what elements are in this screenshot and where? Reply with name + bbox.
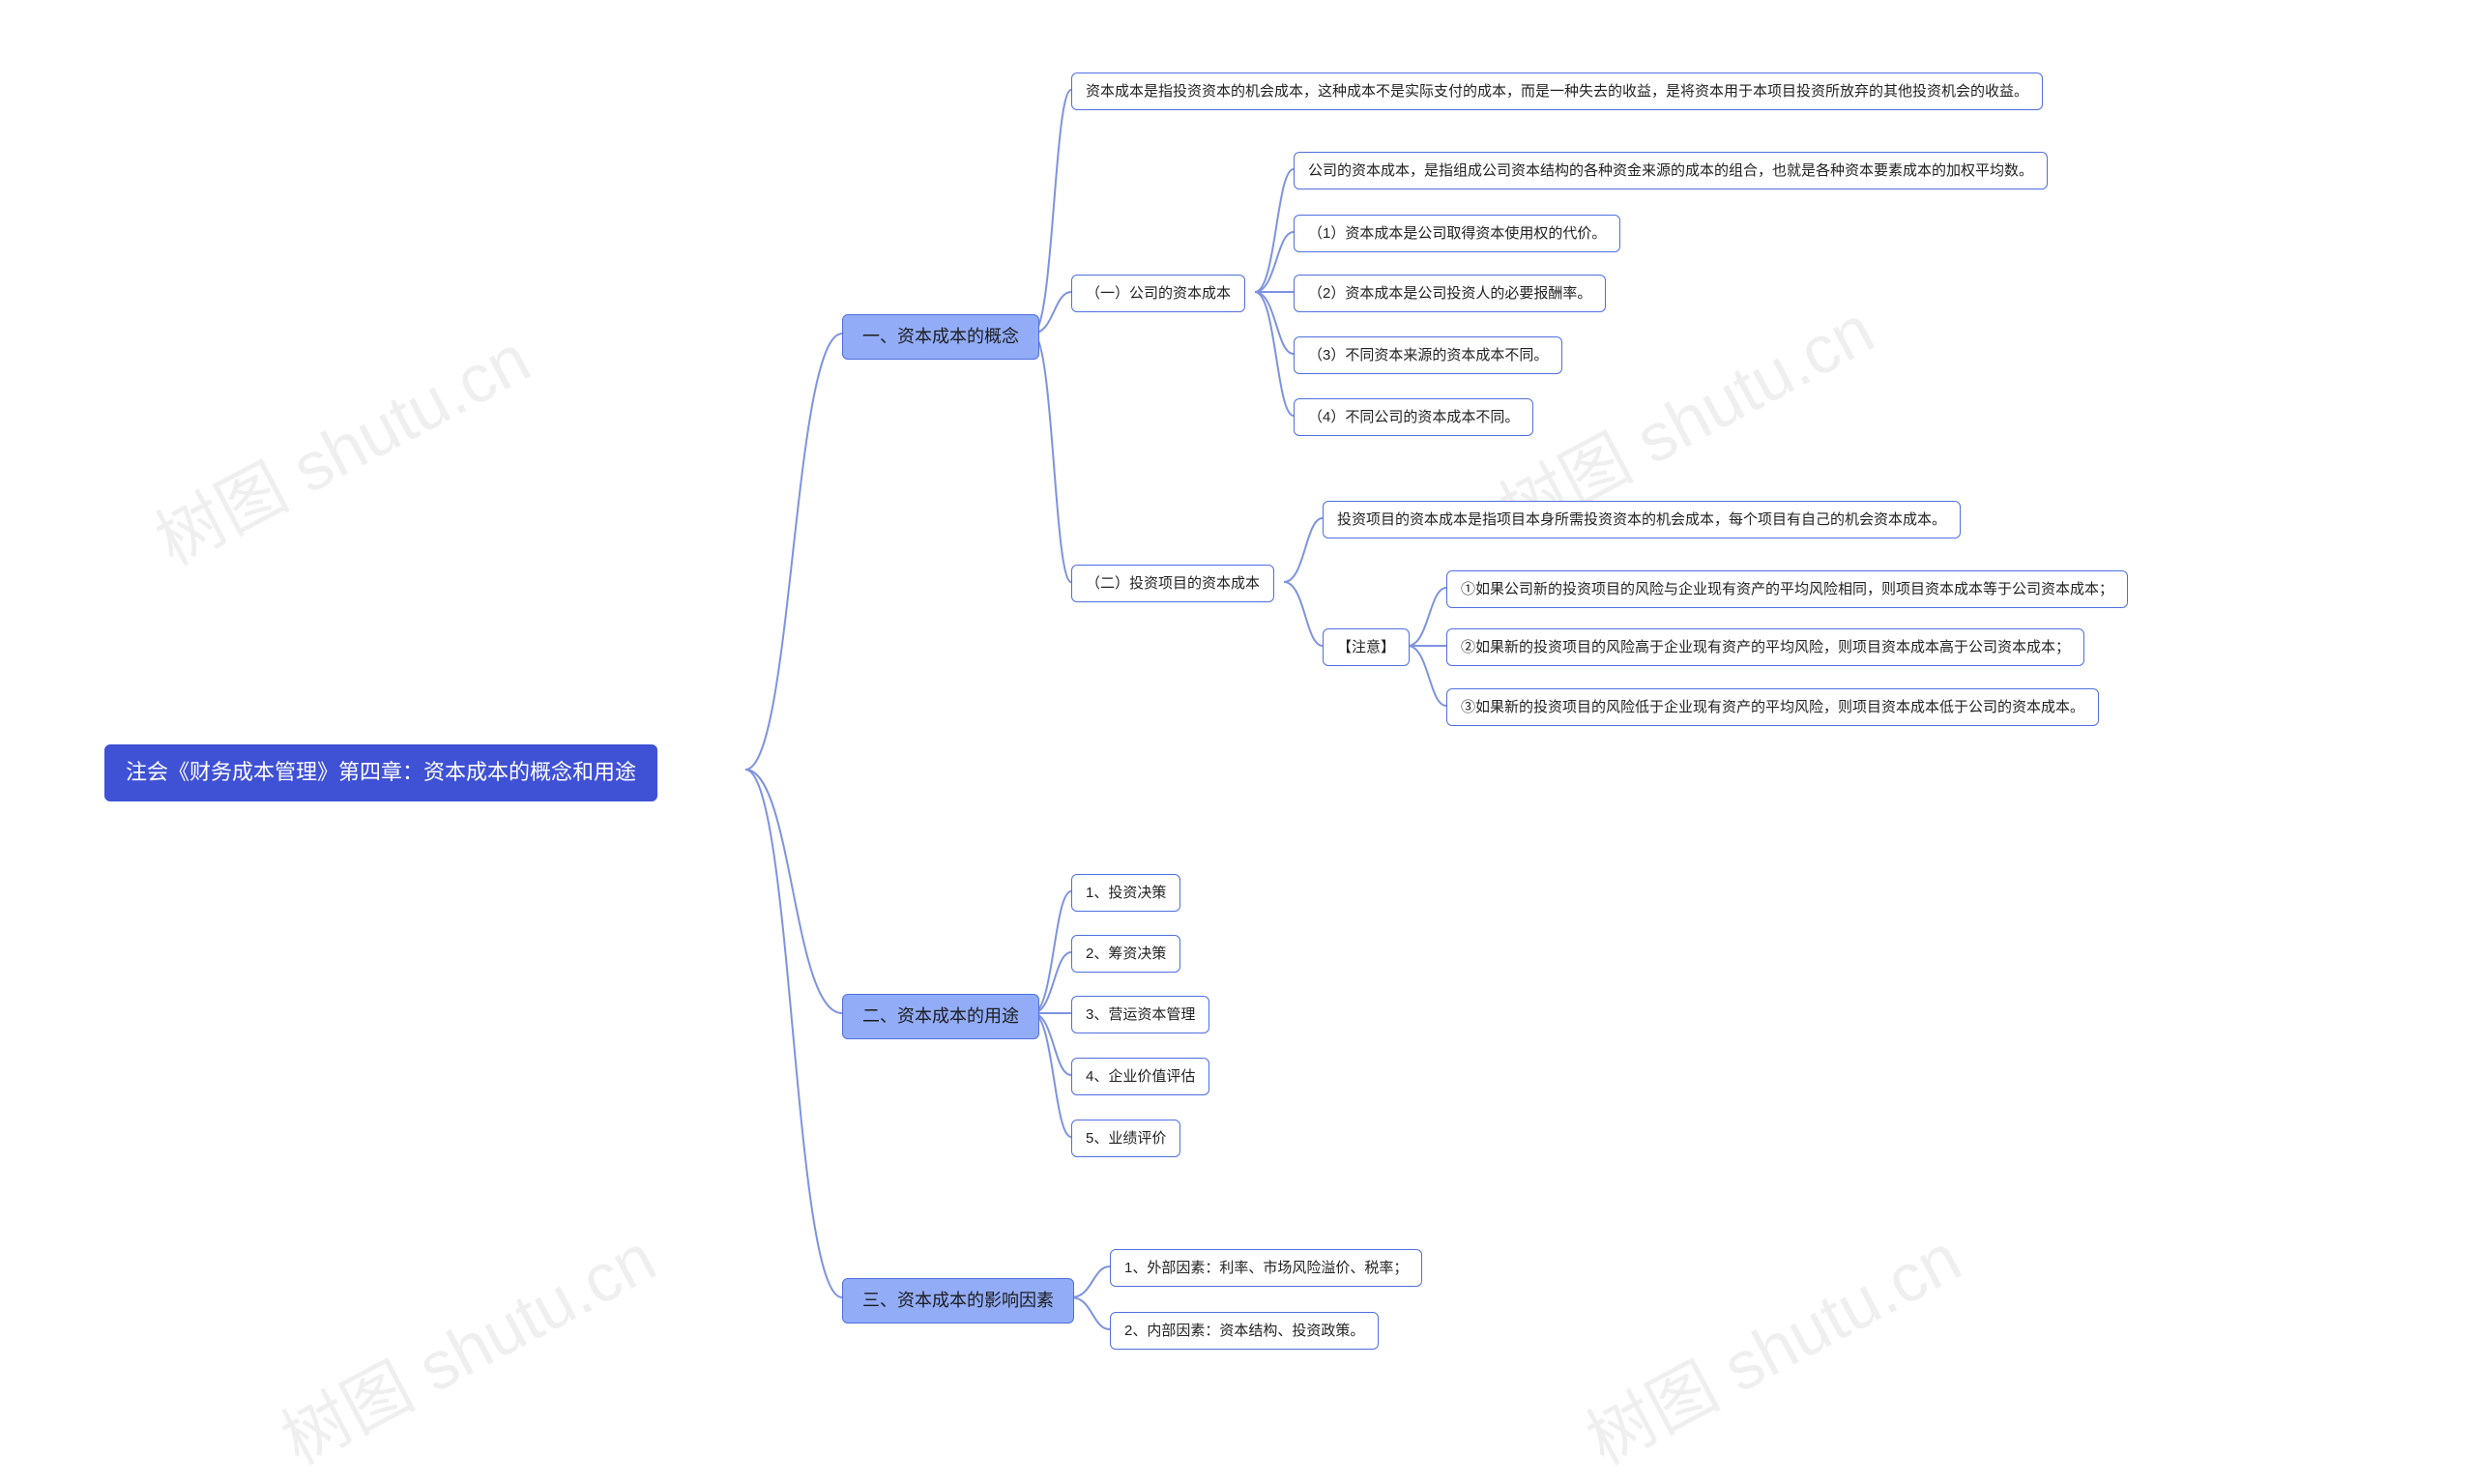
node-factors-b[interactable]: 2、内部因素：资本结构、投资政策。 xyxy=(1110,1312,1379,1350)
node-project-cost-def[interactable]: 投资项目的资本成本是指项目本身所需投资资本的机会成本，每个项目有自己的机会资本成… xyxy=(1323,501,1961,538)
node-note[interactable]: 【注意】 xyxy=(1323,628,1410,666)
node-company-cost[interactable]: （一）公司的资本成本 xyxy=(1071,275,1245,312)
node-usage-a[interactable]: 1、投资决策 xyxy=(1071,874,1180,912)
node-note-b[interactable]: ②如果新的投资项目的风险高于企业现有资产的平均风险，则项目资本成本高于公司资本成… xyxy=(1446,628,2084,666)
node-usage-b[interactable]: 2、筹资决策 xyxy=(1071,935,1180,973)
watermark: 树图 shutu.cn xyxy=(262,1205,670,1483)
node-company-cost-e[interactable]: （4）不同公司的资本成本不同。 xyxy=(1294,398,1533,436)
watermark: 树图 shutu.cn xyxy=(136,306,544,584)
node-factors-a[interactable]: 1、外部因素：利率、市场风险溢价、税率； xyxy=(1110,1249,1422,1287)
mindmap-root[interactable]: 注会《财务成本管理》第四章：资本成本的概念和用途 xyxy=(104,744,657,801)
node-usage-e[interactable]: 5、业绩评价 xyxy=(1071,1120,1180,1157)
node-note-a[interactable]: ①如果公司新的投资项目的风险与企业现有资产的平均风险相同，则项目资本成本等于公司… xyxy=(1446,570,2128,608)
node-company-cost-d[interactable]: （3）不同资本来源的资本成本不同。 xyxy=(1294,336,1562,374)
node-note-c[interactable]: ③如果新的投资项目的风险低于企业现有资产的平均风险，则项目资本成本低于公司的资本… xyxy=(1446,688,2099,726)
node-company-cost-a[interactable]: 公司的资本成本，是指组成公司资本结构的各种资金来源的成本的组合，也就是各种资本要… xyxy=(1294,152,2048,189)
node-usage-d[interactable]: 4、企业价值评估 xyxy=(1071,1058,1209,1095)
node-company-cost-c[interactable]: （2）资本成本是公司投资人的必要报酬率。 xyxy=(1294,275,1606,312)
watermark: 树图 shutu.cn xyxy=(1567,1205,1975,1483)
node-concept[interactable]: 一、资本成本的概念 xyxy=(842,314,1039,360)
node-usage-c[interactable]: 3、营运资本管理 xyxy=(1071,996,1209,1033)
node-usage[interactable]: 二、资本成本的用途 xyxy=(842,994,1039,1039)
node-project-cost[interactable]: （二）投资项目的资本成本 xyxy=(1071,565,1274,602)
node-concept-definition[interactable]: 资本成本是指投资资本的机会成本，这种成本不是实际支付的成本，而是一种失去的收益，… xyxy=(1071,73,2043,110)
node-company-cost-b[interactable]: （1）资本成本是公司取得资本使用权的代价。 xyxy=(1294,215,1620,252)
node-factors[interactable]: 三、资本成本的影响因素 xyxy=(842,1278,1074,1324)
